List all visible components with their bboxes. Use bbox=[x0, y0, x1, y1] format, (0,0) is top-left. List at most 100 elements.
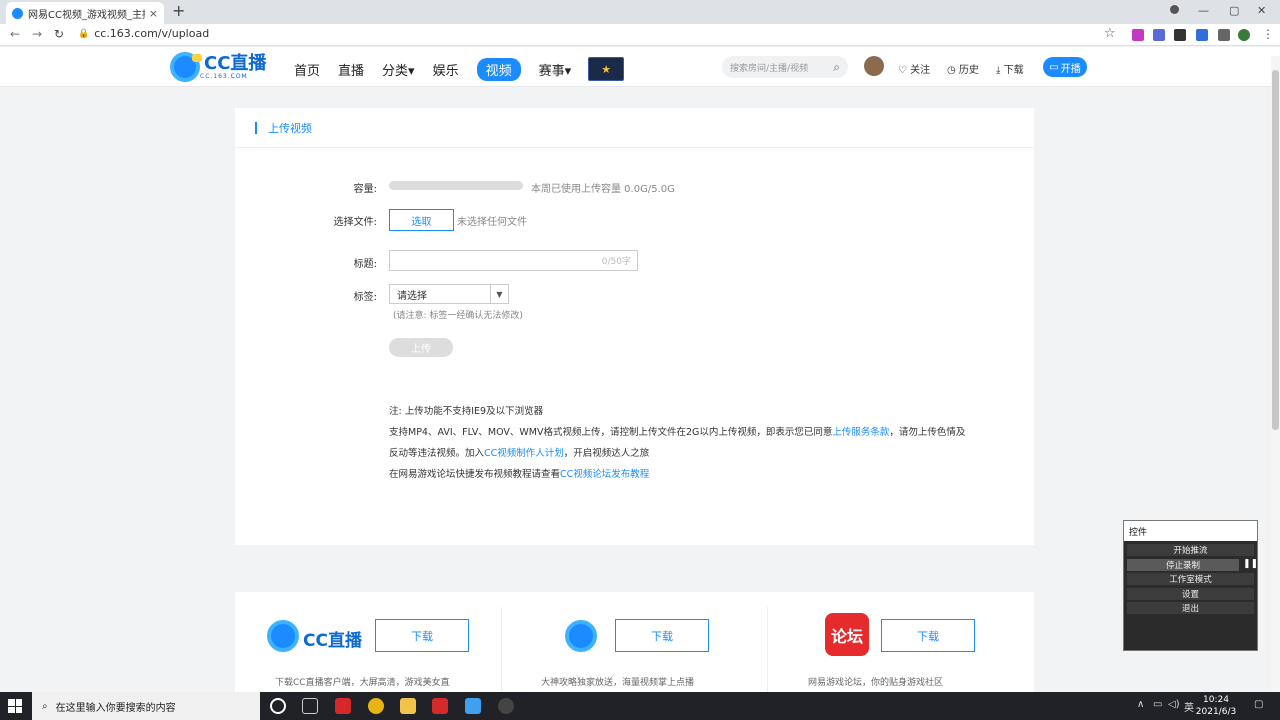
download-link[interactable]: ⤓ 下载 bbox=[996, 61, 1024, 76]
nav-category-label: 分类 bbox=[382, 63, 409, 79]
cc-logo[interactable]: CC直播 CC.163.COM bbox=[170, 52, 266, 82]
follow-label: 关注 bbox=[910, 65, 931, 76]
search-input[interactable]: 搜索房间/主播/视频 bbox=[730, 61, 808, 74]
wps-icon[interactable] bbox=[432, 698, 448, 714]
start-stream-button[interactable]: 开始推流 bbox=[1127, 544, 1254, 556]
studio-mode-button[interactable]: 工作室模式 bbox=[1127, 573, 1254, 585]
note-line-2-text: 支持MP4、AVI、FLV、MOV、WMV格式视频上传，请控制上传文件在2G以内… bbox=[389, 427, 833, 438]
download-button[interactable]: 下载 bbox=[375, 619, 469, 652]
history-label: 历史 bbox=[958, 65, 979, 76]
cc-app-logo-icon bbox=[267, 620, 299, 652]
download-button[interactable]: 下载 bbox=[615, 619, 709, 652]
nav-live[interactable]: 直播 bbox=[338, 58, 364, 81]
title-input[interactable]: 0/50字 bbox=[389, 250, 638, 271]
recorder-control-panel: 控件 开始推流 停止录制 ❚❚ 工作室模式 设置 退出 bbox=[1123, 520, 1258, 651]
download-button[interactable]: 下载 bbox=[881, 619, 975, 652]
chevron-down-icon: ▾ bbox=[408, 63, 415, 79]
pick-file-button[interactable]: 选取 bbox=[389, 209, 454, 231]
obs-icon[interactable] bbox=[498, 698, 514, 714]
pause-icon[interactable]: ❚❚ bbox=[1243, 559, 1258, 569]
history-link[interactable]: ◷ 历史 bbox=[947, 61, 979, 76]
cortana-icon[interactable] bbox=[270, 698, 286, 714]
extension-icon[interactable] bbox=[1153, 29, 1165, 41]
follow-link[interactable]: ♡ 关注 bbox=[898, 61, 930, 76]
nav-entertainment[interactable]: 娱乐 bbox=[433, 58, 459, 81]
tray-chevron-icon[interactable]: ∧ bbox=[1137, 699, 1144, 710]
browser-tab-bar: 网易CC视频_游戏视频_主播视频 × + — ▢ ✕ bbox=[0, 0, 1280, 24]
clock-time: 10:24 bbox=[1203, 695, 1229, 705]
download-desc-1: 下载CC直播客户端，大屏高清，游戏美女直 bbox=[275, 678, 450, 688]
clock-date: 2021/6/3 bbox=[1195, 707, 1237, 717]
search-box[interactable]: 搜索房间/主播/视频 ⌕ bbox=[722, 56, 848, 78]
terms-link[interactable]: 上传服务条款 bbox=[832, 427, 889, 438]
network-icon[interactable]: ▭ bbox=[1153, 699, 1162, 710]
nav-video[interactable]: 视频 bbox=[476, 57, 521, 81]
notification-icon[interactable]: ▢ bbox=[1254, 699, 1263, 710]
profile-icon[interactable] bbox=[1170, 5, 1179, 14]
chrome-icon[interactable] bbox=[368, 698, 384, 714]
creator-plan-link[interactable]: CC视频制作人计划 bbox=[484, 448, 564, 459]
stop-recording-button[interactable]: 停止录制 bbox=[1127, 559, 1239, 571]
volume-icon[interactable]: ◁) bbox=[1168, 699, 1180, 710]
title-label: 标题: bbox=[353, 259, 377, 270]
settings-button[interactable]: 设置 bbox=[1127, 588, 1254, 600]
bookmark-star-icon[interactable]: ☆ bbox=[1104, 26, 1116, 41]
download-desc-3: 网易游戏论坛，你的贴身游戏社区 bbox=[808, 678, 944, 688]
tab-close-icon[interactable]: × bbox=[149, 7, 158, 20]
nav-home[interactable]: 首页 bbox=[294, 58, 320, 81]
note-line-4-text: 在网易游戏论坛快捷发布视频教程请查看 bbox=[389, 469, 561, 480]
search-icon[interactable]: ⌕ bbox=[833, 60, 840, 75]
maximize-button[interactable]: ▢ bbox=[1229, 4, 1239, 17]
url-field[interactable]: 🔒 cc.163.com/v/upload bbox=[78, 27, 209, 40]
tag-select-value: 请选择 bbox=[397, 290, 427, 302]
open-live-button[interactable]: ▭ 开播 bbox=[1043, 57, 1087, 77]
task-view-icon[interactable] bbox=[302, 698, 318, 714]
taskbar: ⌕ 在这里输入你要搜索的内容 ∧ ▭ ◁) 英 10:24 2021/6/3 ▢ bbox=[0, 692, 1280, 720]
clock-icon: ◷ bbox=[947, 65, 956, 76]
nav-events[interactable]: 赛事▾ bbox=[539, 58, 572, 81]
game-banner-icon[interactable]: ★ bbox=[588, 57, 625, 81]
exit-button[interactable]: 退出 bbox=[1127, 602, 1254, 614]
cc-app-icon[interactable] bbox=[465, 698, 481, 714]
profile-avatar-icon[interactable] bbox=[1238, 29, 1250, 41]
site-header: CC直播 CC.163.COM 首页 直播 分类▾ 娱乐 视频 赛事▾ ★ 搜索… bbox=[0, 47, 1280, 87]
extension-icon[interactable] bbox=[1196, 29, 1208, 41]
nav-category[interactable]: 分类▾ bbox=[382, 58, 415, 81]
minimize-button[interactable]: — bbox=[1198, 4, 1209, 17]
extension-icon[interactable] bbox=[1132, 29, 1144, 41]
extension-icon[interactable] bbox=[1174, 29, 1186, 41]
download-icon: ⤓ bbox=[996, 65, 1001, 76]
section-title: 上传视频 bbox=[268, 121, 312, 135]
back-button[interactable]: ← bbox=[10, 27, 20, 41]
browser-tab[interactable]: 网易CC视频_游戏视频_主播视频 × bbox=[6, 2, 164, 24]
capacity-progress-bar bbox=[389, 181, 523, 190]
windows-start-icon[interactable] bbox=[8, 699, 22, 713]
close-window-button[interactable]: ✕ bbox=[1257, 4, 1266, 17]
taskbar-search[interactable]: ⌕ 在这里输入你要搜索的内容 bbox=[32, 692, 260, 720]
panel-title: 控件 bbox=[1124, 521, 1257, 541]
extension-icon[interactable] bbox=[1218, 29, 1230, 41]
avatar[interactable] bbox=[864, 56, 884, 76]
divider bbox=[767, 607, 768, 692]
no-file-text: 未选择任何文件 bbox=[457, 217, 527, 228]
ime-indicator[interactable]: 英 bbox=[1184, 699, 1194, 714]
upload-button[interactable]: 上传 bbox=[389, 338, 453, 357]
cc-app-logo-text: CC直播 bbox=[303, 631, 362, 651]
forum-tutorial-link[interactable]: CC视频论坛发布教程 bbox=[560, 469, 649, 480]
note-line-2: 支持MP4、AVI、FLV、MOV、WMV格式视频上传，请控制上传文件在2G以内… bbox=[389, 424, 965, 438]
upload-card-header: 上传视频 bbox=[235, 108, 1034, 148]
tag-select[interactable]: 请选择 ▼ bbox=[389, 284, 509, 304]
scrollbar-thumb[interactable] bbox=[1272, 70, 1279, 430]
taskbar-search-input[interactable]: 在这里输入你要搜索的内容 bbox=[56, 699, 176, 714]
app-icon[interactable] bbox=[335, 698, 351, 714]
note-line-4: 在网易游戏论坛快捷发布视频教程请查看CC视频论坛发布教程 bbox=[389, 466, 649, 480]
new-tab-button[interactable]: + bbox=[172, 2, 185, 20]
favicon-icon bbox=[12, 7, 23, 19]
menu-icon[interactable]: ⋮ bbox=[1262, 27, 1274, 41]
reload-button[interactable]: ↻ bbox=[54, 27, 64, 41]
clock[interactable]: 10:24 2021/6/3 bbox=[1195, 694, 1237, 718]
forward-button[interactable]: → bbox=[32, 27, 42, 41]
caret-down-icon[interactable]: ▼ bbox=[490, 285, 508, 303]
file-explorer-icon[interactable] bbox=[400, 698, 416, 714]
lock-icon: 🔒 bbox=[78, 28, 90, 39]
